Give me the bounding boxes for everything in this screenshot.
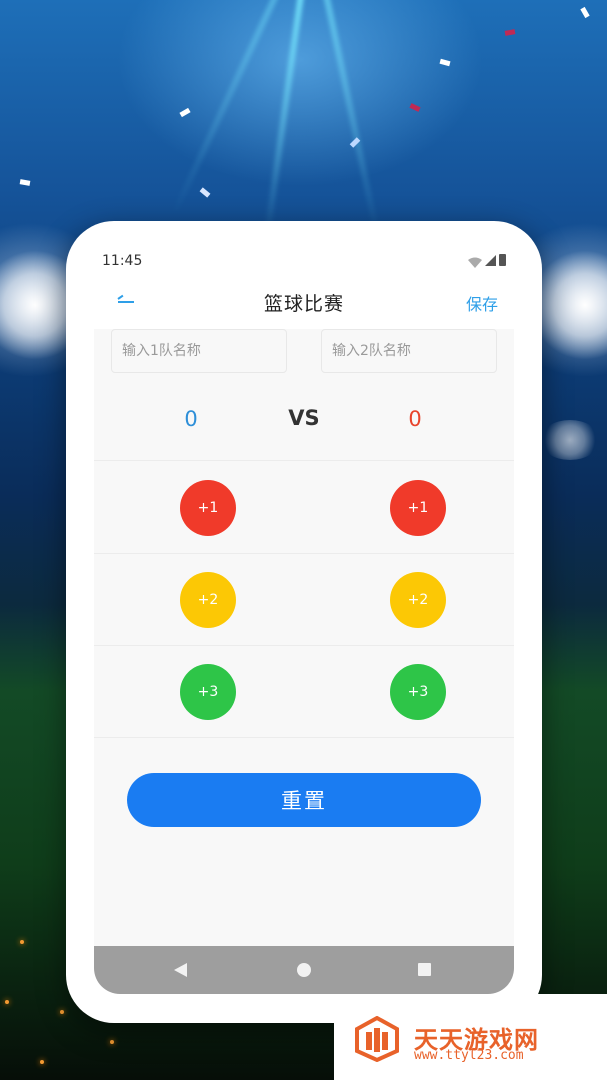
score-row: 0 VS 0: [94, 383, 514, 461]
status-icons: [468, 254, 506, 268]
status-time: 11:45: [102, 253, 143, 269]
team2-plus1-button[interactable]: +1: [390, 480, 446, 536]
plus3-row: +3 +3: [94, 646, 514, 738]
team1-score: 0: [184, 407, 198, 431]
phone-screen: 11:45 篮球比赛 保存 0 VS 0 +1 +1 +2 +2: [66, 221, 542, 1023]
signal-icon: [485, 254, 496, 266]
battery-icon: [499, 254, 506, 266]
plus2-row: +2 +2: [94, 554, 514, 646]
team1-name-input[interactable]: [111, 329, 287, 373]
reset-button[interactable]: 重置: [127, 773, 481, 827]
wifi-icon: [468, 254, 482, 268]
team1-plus1-button[interactable]: +1: [180, 480, 236, 536]
save-button[interactable]: 保存: [466, 291, 498, 315]
nav-home-icon[interactable]: [297, 963, 311, 977]
team1-plus3-button[interactable]: +3: [180, 664, 236, 720]
team2-plus3-button[interactable]: +3: [390, 664, 446, 720]
watermark: 天天游戏网 www.ttyl23.com: [334, 994, 607, 1080]
team2-score: 0: [408, 407, 422, 431]
team2-plus2-button[interactable]: +2: [390, 572, 446, 628]
nav-back-icon[interactable]: [174, 963, 187, 977]
nav-recent-icon[interactable]: [418, 963, 431, 976]
watermark-logo-icon: [355, 1016, 399, 1062]
team2-name-input[interactable]: [321, 329, 497, 373]
status-bar: 11:45: [66, 221, 542, 281]
system-nav-bar: [94, 946, 514, 994]
watermark-url: www.ttyl23.com: [414, 1048, 524, 1063]
scoreboard-panel: 0 VS 0 +1 +1 +2 +2 +3 +3 重置: [94, 329, 514, 949]
team1-plus2-button[interactable]: +2: [180, 572, 236, 628]
vs-label: VS: [288, 406, 320, 430]
plus1-row: +1 +1: [94, 462, 514, 554]
app-bar: 篮球比赛 保存: [66, 281, 542, 327]
